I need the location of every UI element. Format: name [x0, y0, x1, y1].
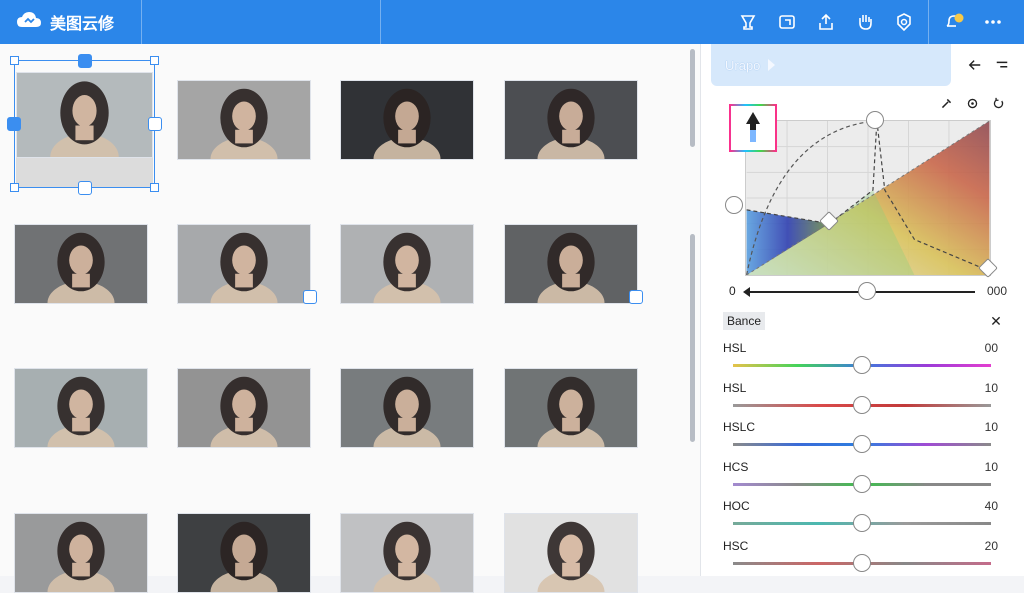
photo-thumbnail[interactable] [340, 80, 474, 160]
brand[interactable]: 美图云修 [16, 0, 114, 44]
adjustment-panel: Urapo 0 000 Bance ✕ HSL 00 HSL 10 HSLC 1… [700, 44, 1024, 576]
cloud-logo-icon [16, 11, 42, 34]
resize-handle[interactable] [150, 183, 159, 192]
photo-thumbnail[interactable] [340, 224, 474, 304]
slider-value: 10 [984, 459, 998, 474]
slider-knob[interactable] [853, 395, 871, 414]
photo-thumbnail[interactable] [504, 80, 638, 160]
bottom-handle-icon[interactable] [78, 181, 92, 195]
slider-value: 40 [984, 499, 998, 513]
selection-frame[interactable] [14, 60, 155, 188]
edited-badge-icon[interactable] [629, 290, 643, 304]
play-icon[interactable] [768, 59, 776, 71]
curve-point[interactable] [866, 111, 884, 129]
tag-icon[interactable] [7, 117, 21, 131]
slider-label: HSC [723, 538, 749, 553]
color-picker-swatch[interactable] [729, 104, 777, 152]
slider-label: HSLC [723, 420, 756, 434]
resize-handle[interactable] [10, 56, 19, 65]
hand-icon[interactable] [853, 10, 877, 34]
edited-badge-icon[interactable] [303, 290, 317, 304]
slider-knob[interactable] [853, 435, 871, 453]
photo-thumbnail[interactable] [177, 224, 311, 304]
slider-label: HSL [723, 341, 747, 355]
grid-scrollbar[interactable] [690, 49, 695, 147]
eyedropper-icon[interactable] [937, 94, 955, 112]
reset-icon[interactable] [989, 94, 1007, 112]
top-toolbar: 美图云修 [0, 0, 1024, 44]
photo-thumbnail[interactable] [340, 513, 474, 593]
slider-knob[interactable] [853, 356, 871, 374]
grid-scrollbar-lower[interactable] [690, 234, 695, 442]
slider-label: HSL [723, 380, 747, 395]
share-upload-icon[interactable] [814, 10, 838, 34]
photo-thumbnail[interactable] [14, 368, 148, 448]
panel-tab[interactable]: Urapo [711, 44, 951, 86]
panel-tab-label: Urapo [725, 57, 761, 73]
more-icon[interactable] [981, 10, 1005, 34]
slider-label: HCS [723, 459, 749, 474]
slider-knob[interactable] [853, 474, 871, 493]
photo-thumbnail[interactable] [504, 513, 638, 593]
lock-icon[interactable] [78, 54, 92, 68]
balance-section-label: Bance [723, 312, 766, 330]
cup-icon[interactable] [736, 10, 760, 34]
settings-badge-icon[interactable] [892, 10, 916, 34]
photo-thumbnail[interactable] [177, 368, 311, 448]
photo-thumbnail[interactable] [177, 513, 311, 593]
curve-min-value: 0 [729, 284, 736, 298]
arrow-left-icon [743, 287, 750, 297]
close-icon[interactable]: ✕ [987, 312, 1005, 330]
photo-thumbnail[interactable] [340, 368, 474, 448]
curve-point[interactable] [725, 196, 743, 214]
photo-thumbnail[interactable] [504, 368, 638, 448]
photo-thumbnail[interactable] [504, 224, 638, 304]
resize-handle[interactable] [10, 183, 19, 192]
slider-label: HOC [723, 499, 750, 513]
slider-knob[interactable] [853, 553, 871, 572]
photo-thumbnail[interactable] [14, 513, 148, 593]
photo-thumbnail[interactable] [14, 224, 148, 304]
toolbar-divider [380, 0, 381, 44]
toolbar-divider [141, 0, 142, 44]
slider-value: 20 [984, 538, 998, 553]
slider-value: 00 [984, 341, 998, 355]
back-arrow-icon[interactable] [966, 56, 984, 74]
photo-grid [0, 44, 700, 593]
export-frame-icon[interactable] [775, 10, 799, 34]
target-icon[interactable] [963, 94, 981, 112]
curve-max-value: 000 [986, 284, 1007, 298]
brand-name: 美图云修 [50, 14, 115, 33]
curve-range-knob[interactable] [858, 282, 876, 300]
toolbar-divider [928, 0, 929, 44]
slider-value: 10 [984, 380, 998, 395]
slider-value: 10 [984, 420, 998, 434]
slider-knob[interactable] [853, 514, 871, 532]
menu-collapse-icon[interactable] [993, 56, 1011, 74]
resize-handle[interactable] [150, 56, 159, 65]
photo-thumbnail[interactable] [177, 80, 311, 160]
side-handle-icon[interactable] [148, 117, 162, 131]
notification-avatar-icon[interactable] [942, 10, 966, 34]
tone-curve-editor[interactable] [745, 120, 991, 276]
